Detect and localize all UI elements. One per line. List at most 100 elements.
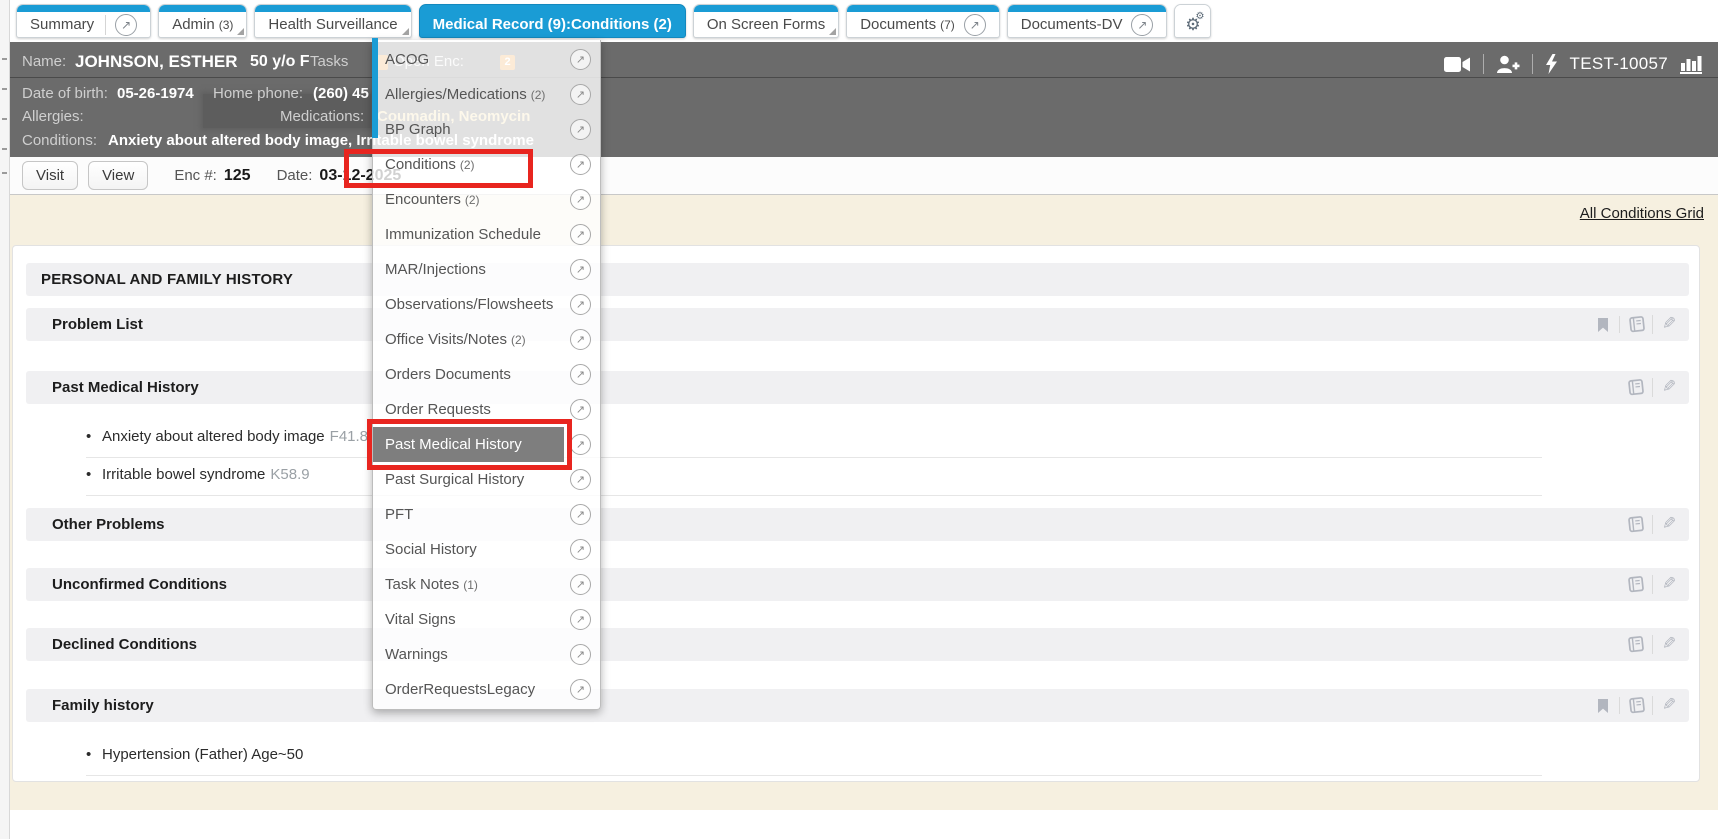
menu-item-label: BP Graph: [373, 112, 564, 147]
rail-tick: [2, 172, 7, 174]
add-person-icon[interactable]: [1496, 55, 1520, 74]
diagnosis-code: F41.8: [330, 428, 368, 445]
pencil-action[interactable]: ✎: [1652, 575, 1685, 594]
menu-item-warnings[interactable]: Warnings↗: [373, 637, 600, 672]
pencil-icon[interactable]: ✎: [1662, 696, 1676, 715]
external-link-icon[interactable]: ↗: [570, 399, 591, 420]
menu-item-task-notes[interactable]: Task Notes(1)↗: [373, 567, 600, 602]
external-link-icon[interactable]: ↗: [1131, 14, 1153, 36]
pencil-action[interactable]: ✎: [1652, 378, 1685, 397]
book-action[interactable]: [1619, 379, 1652, 396]
section-problem-list: Problem List✎: [26, 308, 1689, 341]
pencil-action[interactable]: ✎: [1652, 315, 1685, 334]
menu-item-orders-documents[interactable]: Orders Documents↗: [373, 357, 600, 392]
book-icon[interactable]: [1626, 516, 1645, 533]
tab-summary[interactable]: Summary↗: [16, 4, 151, 38]
menu-item-vital-signs[interactable]: Vital Signs↗: [373, 602, 600, 637]
external-link-icon[interactable]: ↗: [570, 364, 591, 385]
external-link-icon[interactable]: ↗: [115, 14, 137, 36]
pencil-icon[interactable]: ✎: [1662, 315, 1676, 334]
allergies-medications-row: Allergies: Medications: Coumadin, Neomyc…: [10, 105, 1718, 129]
book-icon[interactable]: [1626, 379, 1645, 396]
menu-item-count: (2): [511, 333, 526, 347]
book-icon[interactable]: [1627, 697, 1646, 714]
menu-item-mar-injections[interactable]: MAR/Injections↗: [373, 252, 600, 287]
app-window: { "tab_bar": { "tabs": [ { "label": "Sum…: [0, 0, 1718, 839]
book-action[interactable]: [1619, 636, 1652, 653]
visit-button[interactable]: Visit: [22, 161, 78, 190]
menu-item-social-history[interactable]: Social History↗: [373, 532, 600, 567]
external-link-icon[interactable]: ↗: [570, 259, 591, 280]
bookmark-action[interactable]: [1586, 317, 1619, 333]
video-camera-icon[interactable]: [1444, 56, 1471, 73]
all-conditions-grid-link[interactable]: All Conditions Grid: [1580, 205, 1704, 222]
flash-icon[interactable]: [1545, 54, 1558, 74]
book-icon[interactable]: [1626, 636, 1645, 653]
external-link-icon[interactable]: ↗: [570, 119, 591, 140]
menu-item-encounters[interactable]: Encounters(2)↗: [373, 182, 600, 217]
external-link-icon[interactable]: ↗: [570, 469, 591, 490]
pencil-action[interactable]: ✎: [1652, 635, 1685, 654]
external-link-icon[interactable]: ↗: [570, 49, 591, 70]
tab-health-surveillance[interactable]: Health Surveillance: [254, 4, 411, 38]
external-link-icon[interactable]: ↗: [570, 574, 591, 595]
tab-accent-bar: [159, 5, 246, 12]
section-band-family-history: Family history✎: [26, 689, 1689, 722]
settings-button[interactable]: ⚙⚙: [1174, 4, 1211, 38]
tab-documents-dv[interactable]: Documents-DV↗: [1007, 4, 1168, 38]
pencil-action[interactable]: ✎: [1652, 696, 1685, 715]
menu-item-pft[interactable]: PFT↗: [373, 497, 600, 532]
tab-documents[interactable]: Documents(7)↗: [846, 4, 1000, 38]
book-action[interactable]: [1619, 516, 1652, 533]
menu-item-observations-flowsheets[interactable]: Observations/Flowsheets↗: [373, 287, 600, 322]
book-icon[interactable]: [1626, 576, 1645, 593]
external-link-icon[interactable]: ↗: [570, 644, 591, 665]
tasks-label[interactable]: Tasks: [310, 48, 348, 76]
bookmark-action[interactable]: [1586, 698, 1619, 714]
external-link-icon[interactable]: ↗: [570, 189, 591, 210]
external-link-icon[interactable]: ↗: [570, 224, 591, 245]
tab-on-screen-forms[interactable]: On Screen Forms: [693, 4, 839, 38]
external-link-icon[interactable]: ↗: [570, 539, 591, 560]
menu-item-conditions[interactable]: Conditions(2) ↗: [373, 147, 600, 182]
menu-item-orderrequestslegacy[interactable]: OrderRequestsLegacy↗: [373, 672, 600, 707]
bullet-dot: •: [86, 420, 102, 454]
section-unconfirmed-conditions: Unconfirmed Conditions✎: [26, 568, 1689, 601]
pencil-icon[interactable]: ✎: [1662, 635, 1676, 654]
menu-item-acog[interactable]: ACOG↗: [373, 42, 600, 77]
menu-item-office-visits-notes[interactable]: Office Visits/Notes(2)↗: [373, 322, 600, 357]
tab-label: On Screen Forms: [707, 12, 825, 37]
book-action[interactable]: [1619, 316, 1652, 333]
book-action[interactable]: [1619, 576, 1652, 593]
external-link-icon[interactable]: ↗: [570, 679, 591, 700]
pencil-icon[interactable]: ✎: [1662, 515, 1676, 534]
menu-item-bp-graph[interactable]: BP Graph ↗: [373, 112, 600, 147]
view-button[interactable]: View: [88, 161, 148, 190]
bookmark-icon[interactable]: [1596, 698, 1610, 714]
external-link-icon[interactable]: ↗: [570, 84, 591, 105]
pencil-icon[interactable]: ✎: [1662, 575, 1676, 594]
menu-item-past-medical-history[interactable]: Past Medical History↗: [373, 427, 600, 462]
menu-item-immunization-schedule[interactable]: Immunization Schedule↗: [373, 217, 600, 252]
external-link-icon[interactable]: ↗: [570, 329, 591, 350]
external-link-icon[interactable]: ↗: [570, 434, 591, 455]
section-items: •Anxiety about altered body imageF41.8•I…: [86, 420, 1689, 496]
menu-item-allergies-medications[interactable]: Allergies/Medications(2)↗: [373, 77, 600, 112]
external-link-icon[interactable]: ↗: [570, 154, 591, 175]
menu-item-label: Conditions(2): [373, 147, 564, 182]
external-link-icon[interactable]: ↗: [964, 14, 986, 36]
external-link-icon[interactable]: ↗: [570, 609, 591, 630]
book-icon[interactable]: [1627, 316, 1646, 333]
tab-medical-record-9-conditions-2[interactable]: Medical Record (9):Conditions (2): [419, 4, 686, 38]
bookmark-icon[interactable]: [1596, 317, 1610, 333]
tab-admin[interactable]: Admin(3): [158, 4, 247, 38]
external-link-icon[interactable]: ↗: [570, 294, 591, 315]
pencil-action[interactable]: ✎: [1652, 515, 1685, 534]
personal-family-history-panel: PERSONAL AND FAMILY HISTORYProblem List✎…: [12, 245, 1700, 782]
menu-item-past-surgical-history[interactable]: Past Surgical History↗: [373, 462, 600, 497]
bar-chart-icon[interactable]: [1680, 54, 1702, 74]
book-action[interactable]: [1619, 697, 1652, 714]
pencil-icon[interactable]: ✎: [1662, 378, 1676, 397]
menu-item-order-requests[interactable]: Order Requests↗: [373, 392, 600, 427]
external-link-icon[interactable]: ↗: [570, 504, 591, 525]
